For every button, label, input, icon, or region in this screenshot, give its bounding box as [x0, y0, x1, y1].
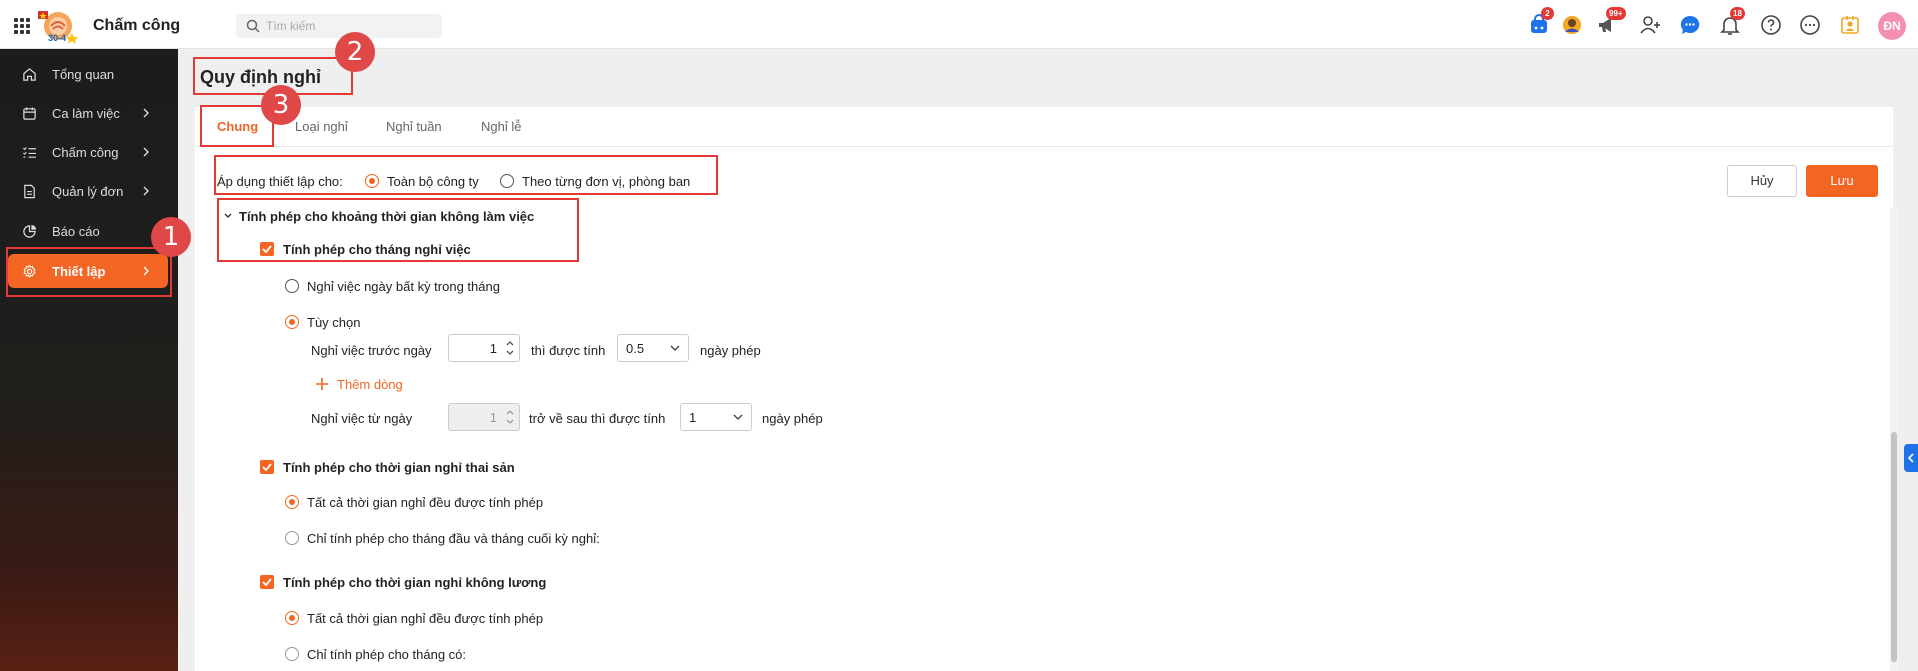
resign-any-day-radio[interactable] [285, 279, 299, 293]
cart-badge: 2 [1541, 7, 1554, 20]
resign-custom-label[interactable]: Tùy chọn [307, 315, 360, 330]
chevron-down-icon [733, 414, 743, 420]
chat-icon[interactable] [1678, 13, 1702, 37]
rule2-value: 1 [689, 410, 697, 425]
rule2-prefix: Nghỉ việc từ ngày [311, 411, 413, 426]
apply-whole-company-radio[interactable] [365, 174, 379, 188]
page-title: Quy định nghỉ [200, 67, 321, 87]
plus-icon [316, 378, 328, 390]
sidebar-item-label: Quản lý đơn [52, 184, 124, 199]
resign-checkbox[interactable] [260, 242, 274, 256]
sidebar-item-timekeeping[interactable]: Chấm công [8, 135, 168, 169]
more-icon[interactable] [1798, 13, 1822, 37]
tab-leave-types[interactable]: Loại nghỉ [295, 107, 348, 147]
tab-bar: Chung Loại nghỉ Nghỉ tuần Nghỉ lễ [195, 107, 1893, 147]
rule2-suffix: ngày phép [762, 411, 823, 426]
side-panel-toggle[interactable] [1904, 444, 1918, 472]
document-icon [24, 184, 35, 199]
chevron-left-icon [1907, 453, 1914, 463]
sidebar-item-label: Chấm công [52, 145, 119, 160]
help-icon[interactable] [1759, 13, 1783, 37]
apply-by-department-label[interactable]: Theo từng đơn vị, phòng ban [522, 174, 690, 189]
add-line-label: Thêm dòng [337, 377, 403, 392]
resign-any-day-label[interactable]: Nghỉ việc ngày bất kỳ trong tháng [307, 279, 500, 294]
sidebar-item-requests[interactable]: Quản lý đơn [8, 174, 168, 208]
cancel-button[interactable]: Hủy [1727, 165, 1797, 197]
tab-weekly-off[interactable]: Nghỉ tuần [386, 107, 442, 147]
rule2-day-stepper: 1 [448, 403, 520, 431]
resign-custom-radio[interactable] [285, 315, 299, 329]
megaphone-icon[interactable]: 99+ [1595, 7, 1626, 37]
unpaid-label: Tính phép cho thời gian nghỉ không lương [283, 575, 547, 590]
pie-chart-icon [23, 224, 37, 238]
chevron-down-icon [670, 345, 680, 351]
sidebar-item-settings[interactable]: Thiết lập [8, 254, 168, 288]
sidebar: Tổng quan Ca làm việc Chấm công Quản lý … [0, 49, 178, 671]
add-user-icon[interactable] [1638, 13, 1662, 37]
stepper-arrows-icon[interactable] [505, 338, 515, 358]
section-title: Tính phép cho khoảng thời gian không làm… [239, 209, 535, 224]
rule2-middle: trở về sau thì được tính [529, 411, 666, 426]
megaphone-badge: 99+ [1606, 7, 1626, 20]
checklist-icon [23, 147, 37, 158]
chevron-right-icon [143, 186, 149, 196]
chevron-right-icon [143, 266, 149, 276]
home-icon [23, 68, 36, 81]
header-icons: 2 99+ 18 [0, 7, 1918, 39]
rule1-value: 0.5 [626, 341, 645, 356]
bell-badge: 18 [1730, 7, 1745, 20]
sidebar-item-label: Thiết lập [52, 264, 106, 279]
contact-icon[interactable] [1838, 13, 1862, 37]
annotation-marker-3: 3 [261, 85, 301, 125]
top-bar: 30-4 Chấm công 2 99+ 18 [0, 0, 1918, 49]
unpaid-checkbox[interactable] [260, 575, 274, 589]
chevron-right-icon [143, 108, 149, 118]
sidebar-item-label: Ca làm việc [52, 106, 120, 121]
sidebar-item-reports[interactable]: Báo cáo [8, 214, 168, 248]
chevron-down-icon[interactable] [223, 211, 233, 221]
sidebar-item-overview[interactable]: Tổng quan [8, 57, 168, 91]
rule1-day-stepper[interactable]: 1 [448, 334, 520, 362]
rule1-day-value: 1 [489, 341, 497, 356]
resign-label: Tính phép cho tháng nghỉ việc [283, 242, 471, 257]
annotation-marker-2: 2 [335, 32, 375, 72]
maternity-label: Tính phép cho thời gian nghỉ thai sản [283, 460, 515, 475]
avatar-group-icon[interactable] [1560, 13, 1584, 37]
user-avatar[interactable]: ĐN [1878, 12, 1906, 40]
unpaid-all-label[interactable]: Tất cả thời gian nghỉ đều được tính phép [307, 611, 543, 626]
cart-icon[interactable]: 2 [1527, 7, 1554, 37]
sidebar-item-shifts[interactable]: Ca làm việc [8, 96, 168, 130]
sidebar-item-label: Báo cáo [52, 224, 100, 239]
tab-general[interactable]: Chung [217, 107, 259, 147]
stepper-arrows-icon [506, 410, 514, 424]
rule1-prefix: Nghỉ việc trước ngày [311, 343, 432, 358]
calendar-icon [23, 107, 36, 120]
tab-holidays[interactable]: Nghỉ lễ [481, 107, 521, 147]
save-button[interactable]: Lưu [1806, 165, 1878, 197]
rule1-middle: thì được tính [531, 343, 606, 358]
apply-whole-company-label[interactable]: Toàn bộ công ty [387, 174, 479, 189]
unpaid-partial-label[interactable]: Chỉ tính phép cho tháng có: [307, 647, 466, 662]
maternity-partial-radio[interactable] [285, 531, 299, 545]
apply-by-department-radio[interactable] [500, 174, 514, 188]
maternity-all-radio[interactable] [285, 495, 299, 509]
unpaid-all-radio[interactable] [285, 611, 299, 625]
sidebar-item-label: Tổng quan [52, 67, 115, 82]
rule2-value-select[interactable]: 1 [680, 403, 752, 431]
rule2-day-value: 1 [489, 410, 497, 425]
rule1-suffix: ngày phép [700, 343, 761, 358]
maternity-all-label[interactable]: Tất cả thời gian nghỉ đều được tính phép [307, 495, 543, 510]
scrollbar-thumb[interactable] [1891, 432, 1897, 662]
chevron-right-icon [143, 147, 149, 157]
annotation-marker-1: 1 [151, 217, 191, 257]
maternity-partial-label[interactable]: Chỉ tính phép cho tháng đầu và tháng cuố… [307, 531, 600, 546]
maternity-checkbox[interactable] [260, 460, 274, 474]
bell-icon[interactable]: 18 [1718, 7, 1745, 37]
gear-icon [23, 264, 36, 278]
apply-label: Áp dụng thiết lập cho: [217, 174, 343, 189]
settings-card: Chung Loại nghỉ Nghỉ tuần Nghỉ lễ Áp dụn… [195, 107, 1893, 671]
unpaid-partial-radio[interactable] [285, 647, 299, 661]
rule1-value-select[interactable]: 0.5 [617, 334, 689, 362]
